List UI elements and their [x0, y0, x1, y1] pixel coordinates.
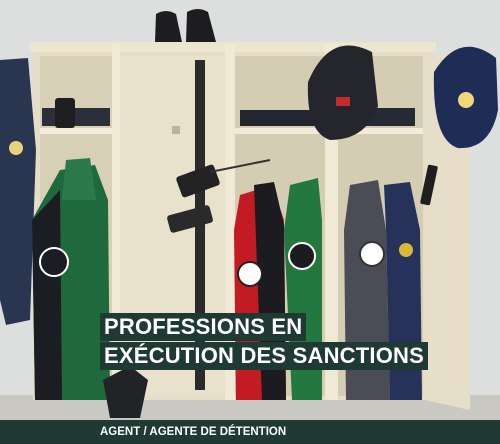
- headline-line-2: EXÉCUTION DES SANCTIONS: [100, 342, 428, 370]
- headline-line-1: PROFESSIONS EN: [100, 313, 307, 341]
- navy-cap: [433, 46, 498, 149]
- footer-bar: AGENT / AGENTE DE DÉTENTION: [0, 420, 500, 444]
- footer-label: AGENT / AGENTE DE DÉTENTION: [100, 426, 287, 438]
